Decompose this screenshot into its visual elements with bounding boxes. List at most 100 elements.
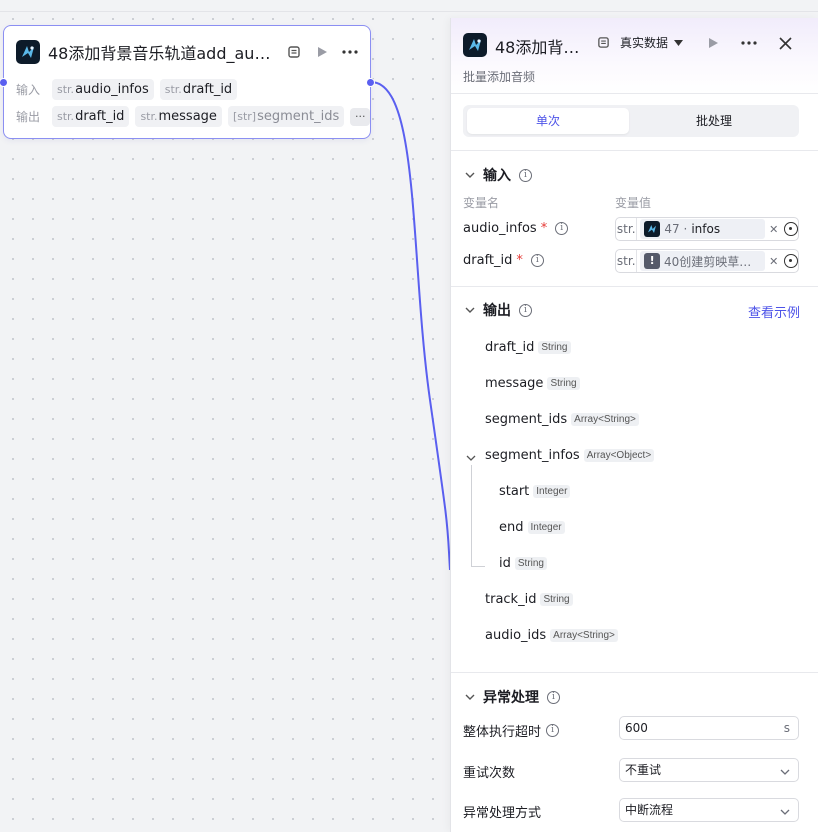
- output-name: segment_ids: [485, 412, 568, 427]
- timeout-row: 整体执行超时 i: [463, 721, 560, 740]
- panel-header: 48添加背景音乐轨道 真实数据 批量添加音频: [451, 18, 818, 94]
- inputs-label: 输入: [16, 83, 41, 97]
- target-select-icon[interactable]: [784, 222, 798, 236]
- required-mark: *: [540, 221, 548, 236]
- divider: [451, 286, 818, 287]
- col-variable-name: 变量名: [463, 196, 500, 210]
- chevron-down-icon: [465, 170, 475, 180]
- node-outputs-row: 输出 str. draft_id str. message [str] segment…: [16, 106, 371, 127]
- output-item: track_id String: [485, 592, 573, 607]
- col-variable-value: 变量值: [615, 196, 652, 210]
- output-name: draft_id: [485, 340, 535, 355]
- more-icon[interactable]: [340, 42, 360, 62]
- node-settings-panel: 48添加背景音乐轨道 真实数据 批量添加音频 单次 批处理 输入 i 变量名 变…: [450, 18, 818, 832]
- error-section-title: 异常处理: [483, 690, 539, 706]
- output-item: message String: [485, 376, 580, 391]
- output-name: audio_ids: [485, 628, 547, 643]
- variable-name: audio_infos: [463, 221, 537, 236]
- chevron-down-icon[interactable]: [466, 450, 476, 465]
- variable-reference[interactable]: 47 · infos: [640, 219, 766, 239]
- output-name: start: [499, 484, 530, 499]
- plugin-logo-icon: [463, 33, 487, 57]
- panel-subtitle: 批量添加音频: [463, 70, 536, 84]
- clear-icon[interactable]: ✕: [769, 223, 778, 236]
- output-section-header[interactable]: 输出 i: [465, 300, 532, 320]
- run-icon[interactable]: [312, 42, 332, 62]
- tab-single[interactable]: 单次: [467, 108, 629, 134]
- tab-batch[interactable]: 批处理: [633, 108, 795, 134]
- more-outputs-button[interactable]: ···: [350, 107, 371, 126]
- plugin-logo-icon: [644, 221, 661, 237]
- output-tag-segment-ids: [str] segment_ids: [227, 106, 345, 127]
- divider: [451, 672, 818, 673]
- output-name: segment_infos: [485, 448, 580, 463]
- input-port[interactable]: [0, 78, 8, 87]
- close-icon[interactable]: [775, 33, 795, 53]
- reference-value: infos: [691, 222, 721, 236]
- target-select-icon[interactable]: [784, 254, 798, 268]
- error-section-header[interactable]: 异常处理 i: [465, 687, 560, 707]
- workflow-node[interactable]: 48添加背景音乐轨道add_audios 输入 str. audio_infos …: [0, 25, 375, 139]
- info-icon[interactable]: i: [519, 168, 532, 182]
- input-tag-draft-id: str. draft_id: [159, 79, 238, 100]
- output-port[interactable]: [366, 78, 375, 87]
- panel-title[interactable]: 48添加背景音乐轨道: [495, 34, 585, 58]
- input-tag-audio-infos: str. audio_infos: [52, 79, 154, 100]
- variable-name: draft_id: [463, 253, 513, 268]
- handling-label: 异常处理方式: [463, 806, 542, 821]
- info-icon[interactable]: i: [547, 690, 560, 704]
- view-example-link[interactable]: 查看示例: [748, 302, 800, 321]
- tag-type: str.: [164, 83, 182, 96]
- input-section-title: 输入: [483, 168, 511, 184]
- output-type: String: [547, 377, 580, 390]
- node-title: 48添加背景音乐轨道add_audios: [48, 44, 278, 63]
- tag-name: message: [158, 109, 217, 124]
- tag-name: draft_id: [182, 82, 233, 97]
- outputs-label: 输出: [16, 110, 41, 124]
- tag-type: [str]: [232, 110, 257, 123]
- info-icon[interactable]: i: [519, 303, 532, 317]
- variable-reference[interactable]: ! 40创建剪映草稿create_draft ·: [640, 251, 766, 271]
- audio-infos-value-field[interactable]: str. 47 · infos ✕: [615, 217, 799, 241]
- retry-value: 不重试: [625, 763, 662, 777]
- retry-select[interactable]: 不重试: [619, 758, 799, 782]
- output-item: segment_ids Array<String>: [485, 412, 639, 427]
- input-row-audio-infos: audio_infos * i: [463, 221, 569, 236]
- type-prefix: str.: [616, 218, 638, 240]
- output-child-item: id String: [499, 556, 547, 571]
- info-icon[interactable]: i: [555, 222, 569, 235]
- canvas-top-bar: [0, 0, 818, 12]
- handling-select[interactable]: 中断流程: [619, 798, 799, 822]
- input-section-header[interactable]: 输入 i: [465, 165, 532, 185]
- retry-row: 重试次数: [463, 762, 515, 781]
- tree-line: [471, 566, 485, 567]
- output-type: Integer: [533, 485, 571, 498]
- memo-icon: [598, 37, 609, 48]
- retry-label: 重试次数: [463, 766, 516, 781]
- timeout-label: 整体执行超时: [463, 725, 542, 740]
- handling-value: 中断流程: [625, 803, 674, 817]
- output-tag-message: str. message: [135, 106, 222, 127]
- output-child-item: start Integer: [499, 484, 571, 499]
- run-mode-switch: 单次 批处理: [463, 105, 799, 137]
- timeout-input[interactable]: 600 s: [619, 716, 799, 740]
- draft-id-value-field[interactable]: str. ! 40创建剪映草稿create_draft · ✕: [615, 249, 799, 273]
- divider: [451, 150, 818, 151]
- info-icon[interactable]: i: [546, 724, 560, 737]
- memo-icon[interactable]: [284, 42, 304, 62]
- output-item: audio_ids Array<String>: [485, 628, 618, 643]
- tag-name: segment_ids: [257, 109, 340, 124]
- output-section-title: 输出: [483, 303, 511, 319]
- info-icon[interactable]: i: [530, 254, 544, 267]
- tag-type: str.: [140, 110, 158, 123]
- chevron-down-icon: [780, 800, 790, 822]
- real-data-dropdown[interactable]: 真实数据: [597, 34, 684, 51]
- output-item: draft_id String: [485, 340, 571, 355]
- clear-icon[interactable]: ✕: [769, 255, 778, 268]
- output-type: Array<Object>: [583, 449, 655, 462]
- run-icon[interactable]: [703, 33, 723, 53]
- output-type: Array<String>: [571, 413, 639, 426]
- tree-line: [471, 465, 472, 566]
- output-name: id: [499, 556, 511, 571]
- more-icon[interactable]: [739, 33, 759, 53]
